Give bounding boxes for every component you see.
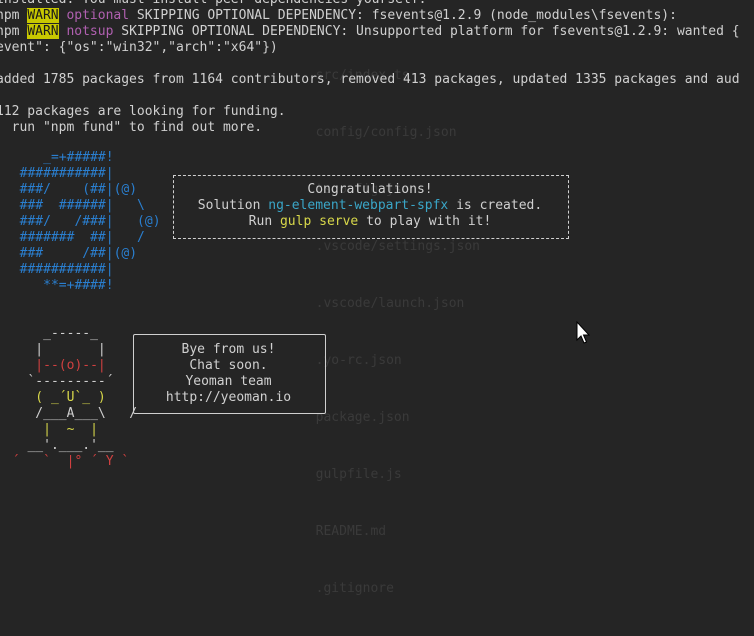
run-command: gulp serve (279, 214, 359, 229)
logo-line: ###########| (4, 166, 114, 181)
yeoman-art-line: __'.___.'__ (4, 438, 114, 453)
warn-message: SKIPPING OPTIONAL DEPENDENCY: fsevents@1… (129, 8, 677, 23)
npm-warn-line: npm WARN optional SKIPPING OPTIONAL DEPE… (0, 8, 677, 24)
congrats-solution-line: Solution ng-element-webpart-spfx is crea… (173, 198, 567, 214)
npm-summary-line: added 1785 packages from 1164 contributo… (0, 72, 740, 87)
yeoman-art-line: ( _´U`_ ) (4, 390, 106, 405)
ghost-line: README.md (300, 524, 387, 539)
npm-prefix: npm (0, 24, 20, 39)
ghost-line: gulpfile.js (300, 467, 402, 482)
ghost-line: package.json (300, 410, 410, 425)
logo-line: ###########| (4, 262, 114, 277)
logo-line: **=+####! (4, 278, 114, 293)
npm-prefix: npm (0, 8, 20, 23)
logo-line: ### /##|(@) (4, 246, 138, 261)
logo-line: ###/ (##|(@) (4, 182, 138, 197)
yeoman-art-line: /___A___\ / (4, 406, 138, 421)
solution-prefix: Solution (197, 198, 269, 213)
ghost-line: .yo-rc.json (300, 353, 402, 368)
terminal-window[interactable]: src/index.ts config/config.json tsconfig… (0, 0, 754, 596)
congrats-title: Congratulations! (307, 182, 433, 197)
yeoman-art-line: _-----_ (4, 326, 98, 341)
warn-tag: notsup (66, 24, 114, 39)
logo-line: ###/ /###| (@) (4, 214, 161, 229)
logo-line: ### ######| \ (4, 198, 145, 213)
run-suffix: to play with it! (358, 214, 492, 229)
yeoman-bye: Bye from us! (181, 342, 276, 357)
npm-output-line: installed. You must install peer depende… (0, 0, 426, 8)
yeoman-art-line: | | (4, 342, 106, 357)
mouse-pointer-icon (576, 321, 590, 344)
solution-name: ng-element-webpart-spfx (268, 198, 449, 213)
yeoman-url: http://yeoman.io (165, 390, 292, 405)
solution-suffix: is created. (448, 198, 543, 213)
yeoman-art-line: `---------´ (4, 374, 114, 389)
npm-funding-line: run "npm fund" to find out more. (0, 120, 263, 135)
ghost-line: config/config.json (300, 125, 457, 140)
logo-line: ####### ##| / (4, 230, 145, 245)
ghost-line: .gitignore (300, 581, 394, 596)
congrats-run-line: Run gulp serve to play with it! (173, 214, 567, 230)
ghost-line: .vscode/settings.json (300, 239, 481, 254)
npm-warn-line: npm WARN notsup SKIPPING OPTIONAL DEPEND… (0, 24, 740, 40)
background-ghost-text: src/index.ts config/config.json tsconfig… (300, 28, 480, 636)
warn-message: SKIPPING OPTIONAL DEPENDENCY: Unsupporte… (113, 24, 740, 39)
run-prefix: Run (248, 214, 280, 229)
yeoman-art-line: ´ ` |° ´ Y ` (4, 454, 130, 469)
warn-tag: optional (66, 8, 130, 23)
yeoman-art-line: | ~ | (4, 422, 98, 437)
yeoman-chat: Chat soon. (189, 358, 268, 373)
yeoman-art-line: |--(o)--| (4, 358, 106, 373)
yeoman-team: Yeoman team (185, 374, 272, 389)
logo-line: _=+#####! (4, 150, 114, 165)
warn-badge: WARN (27, 24, 59, 39)
npm-output-line: event": {"os":"win32","arch":"x64"}) (0, 40, 278, 55)
npm-funding-line: 112 packages are looking for funding. (0, 104, 286, 119)
warn-badge: WARN (27, 8, 59, 23)
ghost-line: .vscode/launch.json (300, 296, 465, 311)
